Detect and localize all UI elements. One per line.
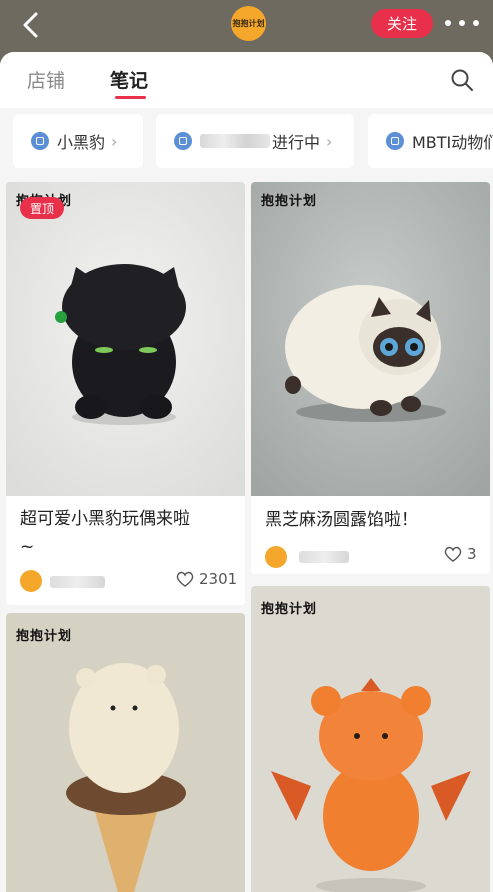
like-count: 2301 — [199, 570, 238, 588]
tab-notes[interactable]: 笔记 — [110, 66, 148, 93]
like-count: 3 — [467, 545, 477, 563]
author-avatar[interactable] — [20, 570, 42, 592]
chip-topic-1[interactable]: 小黑豹 › — [13, 114, 143, 168]
back-icon[interactable] — [16, 10, 46, 40]
collection-icon — [386, 132, 404, 150]
note-title: 超可爱小黑豹玩偶来啦 ~ — [20, 505, 235, 561]
chip-label: MBTI动物们 — [412, 133, 493, 152]
tab-indicator — [115, 96, 146, 99]
pinned-badge: 置顶 — [20, 197, 64, 219]
content-sheet: 店铺 笔记 小黑豹 › 进行中 › MBTI动物们 置顶 超可爱小黑豹玩偶来啦 … — [0, 52, 493, 892]
note-card[interactable]: 抱抱计划 — [251, 586, 490, 892]
note-card[interactable]: 抱抱计划 — [6, 613, 245, 892]
topic-chips: 小黑豹 › 进行中 › MBTI动物们 — [0, 112, 493, 170]
heart-icon — [444, 546, 462, 562]
like-button[interactable]: 3 — [444, 545, 477, 563]
note-card[interactable]: 抱抱计划 置顶 超可爱小黑豹玩偶来啦 ~ 2301 — [6, 182, 245, 605]
brand-logo[interactable]: 抱抱计划 — [231, 6, 266, 41]
chevron-right-icon: › — [111, 131, 118, 151]
tab-store[interactable]: 店铺 — [27, 66, 65, 93]
note-image — [251, 586, 490, 892]
like-button[interactable]: 2301 — [176, 570, 237, 588]
brand-watermark: 抱抱计划 — [261, 602, 318, 617]
heart-icon — [176, 571, 194, 587]
note-title: 黑芝麻汤圆露馅啦！ — [265, 510, 418, 530]
brand-watermark: 抱抱计划 — [261, 194, 318, 209]
note-image — [6, 613, 245, 892]
brand-watermark: 抱抱计划 — [16, 629, 73, 644]
note-title-line-2: ~ — [20, 537, 35, 557]
brand-logo-text: 抱抱计划 — [232, 19, 265, 28]
author-name-redacted — [299, 551, 349, 563]
chip-topic-3[interactable]: MBTI动物们 — [368, 114, 493, 168]
search-icon[interactable] — [450, 68, 474, 92]
chevron-right-icon: › — [326, 131, 333, 151]
follow-button[interactable]: 关注 — [371, 9, 433, 38]
chip-topic-2[interactable]: 进行中 › — [156, 114, 354, 168]
more-icon[interactable] — [445, 12, 479, 34]
collection-icon — [31, 132, 49, 150]
chip-label: 进行中 — [272, 133, 321, 152]
note-image — [251, 182, 490, 496]
note-card[interactable]: 抱抱计划 黑芝麻汤圆露馅啦！ 3 — [251, 182, 490, 574]
top-bar: 抱抱计划 关注 — [0, 0, 493, 50]
collection-icon — [174, 132, 192, 150]
note-title-line-1: 超可爱小黑豹玩偶来啦 — [20, 509, 190, 529]
redacted-text — [200, 134, 270, 148]
author-avatar[interactable] — [265, 546, 287, 568]
tab-bar: 店铺 笔记 — [0, 52, 493, 108]
note-image — [6, 182, 245, 496]
author-name-redacted — [50, 576, 105, 588]
chip-label: 小黑豹 — [57, 133, 106, 152]
